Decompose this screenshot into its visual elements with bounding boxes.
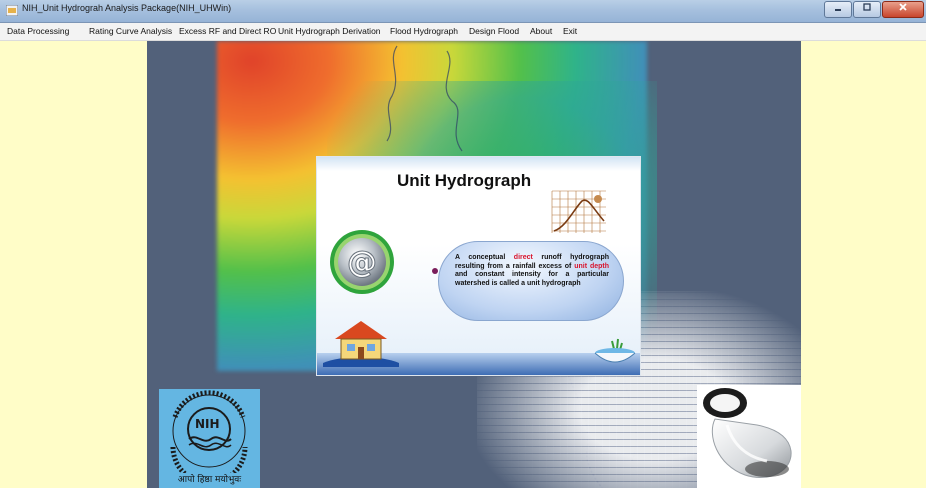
window-controls — [823, 1, 924, 18]
svg-text:@: @ — [347, 245, 377, 280]
maximize-button[interactable] — [853, 1, 881, 18]
window-title: NIH_Unit Hydrograh Analysis Package(NIH_… — [22, 3, 232, 13]
menu-design-flood[interactable]: Design Flood — [469, 26, 519, 36]
menu-data-processing[interactable]: Data Processing — [7, 26, 69, 36]
close-icon — [899, 3, 907, 11]
definition-part3: and constant intensity for a particular … — [455, 271, 609, 287]
nih-emblem-icon — [170, 390, 248, 473]
main-panel: Unit Hydrograph @ A conceptual direct ru… — [147, 41, 801, 488]
house-icon — [323, 321, 399, 367]
menu-flood-hydrograph[interactable]: Flood Hydrograph — [390, 26, 458, 36]
menu-about[interactable]: About — [530, 26, 552, 36]
definition-highlight-unit-depth: unit depth — [574, 262, 609, 270]
lens-image — [697, 385, 801, 488]
nih-initials: NIH — [195, 417, 220, 431]
nih-logo: NIH आपो हिष्ठा मयोभुवः — [159, 389, 260, 488]
title-bar: NIH_Unit Hydrograh Analysis Package(NIH_… — [0, 0, 926, 23]
definition-highlight-direct: direct — [513, 254, 533, 261]
bullet-dot — [432, 268, 438, 274]
unit-hydrograph-slide: Unit Hydrograph @ A conceptual direct ru… — [316, 156, 641, 376]
minimize-button[interactable] — [824, 1, 852, 18]
menu-exit[interactable]: Exit — [563, 26, 577, 36]
maximize-icon — [863, 3, 871, 11]
logo-motto: आपो हिष्ठा मयोभुवः — [177, 475, 242, 485]
lens-icon — [703, 388, 792, 479]
slide-header-band — [317, 157, 640, 171]
minimize-icon — [835, 9, 841, 11]
menu-excess-rf-direct-ro[interactable]: Excess RF and Direct RO — [179, 26, 276, 36]
close-button[interactable] — [882, 1, 924, 18]
menu-unit-hydrograph-derivation[interactable]: Unit Hydrograph Derivation — [278, 26, 381, 36]
hydrograph-sketch-icon — [551, 190, 606, 233]
menu-bar: Data Processing Rating Curve Analysis Ex… — [0, 23, 926, 41]
app-icon — [6, 5, 18, 16]
menu-rating-curve-analysis[interactable]: Rating Curve Analysis — [89, 26, 172, 36]
at-sign-icon: @ — [330, 230, 394, 294]
slide-title: Unit Hydrograph — [397, 171, 532, 190]
bowl-icon — [594, 338, 636, 363]
definition-bubble: A conceptual direct runoff hydrograph re… — [438, 241, 624, 321]
definition-text: A conceptual direct runoff hydrograph re… — [455, 254, 609, 288]
definition-part1: A conceptual — [455, 254, 514, 261]
